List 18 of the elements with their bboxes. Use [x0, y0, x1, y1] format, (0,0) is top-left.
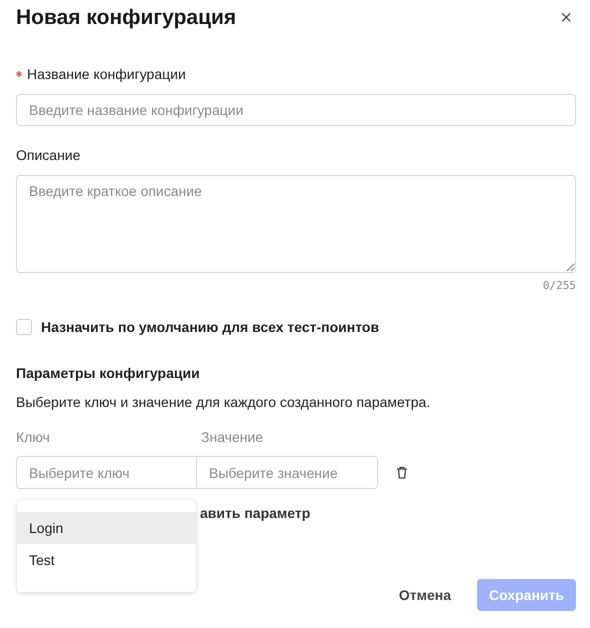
column-label: Ключ: [16, 429, 51, 445]
section-title: Параметры конфигурации: [16, 365, 201, 381]
cancel-button[interactable]: Отмена: [386, 579, 464, 611]
checkbox[interactable]: [16, 319, 32, 335]
add-parameter-link[interactable]: авить параметр: [200, 505, 310, 521]
column-label: Значение: [201, 429, 264, 445]
close-button[interactable]: ×: [554, 8, 578, 28]
section-hint: Выберите ключ и значение для каждого созданного параметра.: [16, 394, 432, 410]
dialog-title: Новая конфигурация: [16, 6, 236, 30]
input-field[interactable]: Введите название конфигурации: [16, 94, 576, 126]
field-label: Описание: [16, 146, 82, 164]
checkbox-label: Назначить по умолчанию для всех тест-поинтов: [41, 319, 380, 335]
character-counter: 0/255: [542, 279, 576, 292]
dropdown-option[interactable]: Login: [17, 512, 196, 544]
textarea-field[interactable]: Введите краткое описание: [16, 175, 576, 273]
field-label: Название конфигурации: [27, 66, 186, 82]
trash-icon[interactable]: [396, 466, 408, 479]
dropdown-option[interactable]: Test: [17, 544, 196, 576]
